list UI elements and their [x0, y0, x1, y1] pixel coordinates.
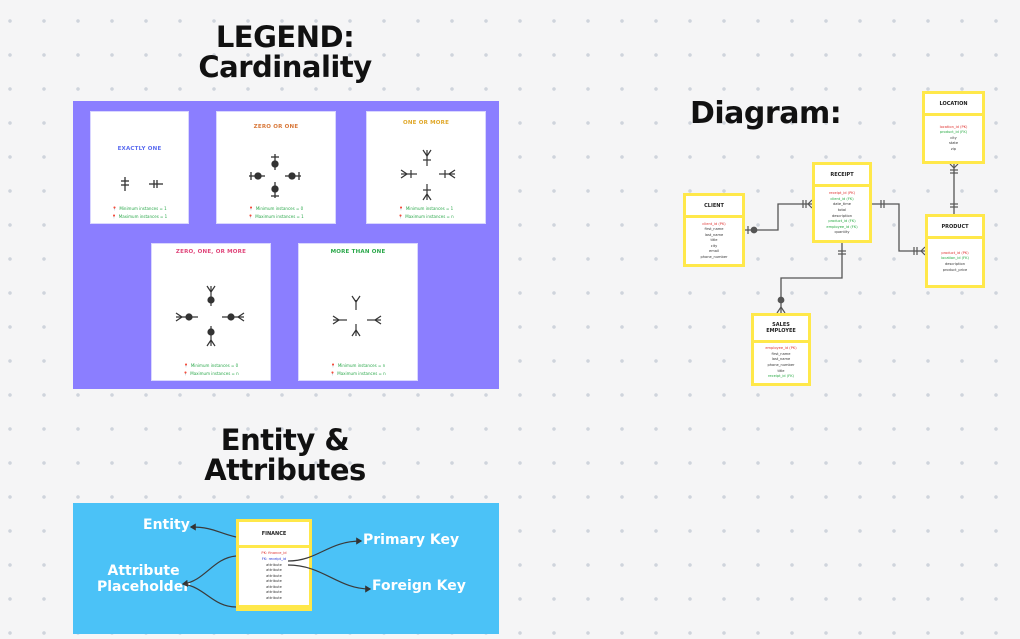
- receipt-employee-line: [780, 243, 843, 313]
- legend-heading-line1: LEGEND:: [215, 20, 355, 54]
- entity-attributes: client_id (PK) first_name last_name title ci…: [686, 218, 742, 264]
- entity-attributes-panel: Entity Attribute Placeholder Primary Key…: [73, 503, 499, 634]
- receipt-entity[interactable]: RECEIPT receipt_id (PK) client_id (FK) dat…: [812, 162, 872, 243]
- diagram-heading: Diagram:: [690, 96, 842, 131]
- cardinality-legend-panel: EXACTLY ONE 📍 Minimum instances = 1 📍 Maxi…: [73, 101, 499, 389]
- client-receipt-line: [745, 203, 812, 231]
- entity-name: RECEIPT: [815, 165, 869, 184]
- card-min-note: 📍 Minimum instances = n: [330, 363, 386, 368]
- receipt-product-line: [872, 203, 925, 252]
- foreign-key-label: Foreign Key: [372, 578, 466, 594]
- arrow-to-attribute-top: [181, 555, 237, 587]
- attribute: product_price: [942, 267, 968, 272]
- card-min-note: 📍 Minimum instances = 0: [183, 363, 239, 368]
- card-min-note: 📍 Minimum instances = 1: [398, 206, 454, 211]
- client-zero-marker: [750, 226, 758, 234]
- entity-attributes: employee_id (PK) first_name last_name phone…: [754, 343, 808, 383]
- card-max-note: 📍 Maximum instances = 1: [111, 214, 168, 219]
- entity-name: FINANCE: [239, 522, 309, 545]
- attribute: phone_number: [700, 254, 728, 259]
- more-than-one-symbols: [332, 295, 382, 337]
- location-entity[interactable]: LOCATION location_id (PK) product_id (FK)…: [922, 91, 985, 164]
- primary-key-label: Primary Key: [363, 532, 460, 548]
- legend-heading: LEGEND: Cardinality: [195, 22, 375, 83]
- finance-entity[interactable]: FINANCE PK: finance_id FK: receipt_id attr…: [236, 519, 312, 611]
- entity-attributes: location_id (PK) product_id (FK) city state…: [925, 116, 982, 161]
- card-max-note: 📍 Maximum instances = n: [398, 214, 454, 219]
- entity-attributes-heading: Entity & Attributes: [195, 425, 375, 486]
- entity-name: CLIENT: [686, 196, 742, 215]
- entity-name: SALES EMPLOYEE: [754, 316, 808, 340]
- attribute: zip: [950, 146, 957, 151]
- foreign-key-attribute: receipt_id (FK): [768, 374, 794, 379]
- card-min-note: 📍 Minimum instances = 1: [112, 206, 167, 211]
- entity-attributes: PK: finance_id FK: receipt_id attribute att…: [239, 548, 309, 605]
- attribute-placeholder-label: Attribute Placeholder: [97, 563, 191, 596]
- card-one-or-more[interactable]: ONE OR MORE 📍 Minimum instances = 1 📍 Maxi…: [366, 111, 486, 224]
- attribute: quantity: [834, 230, 850, 235]
- product-entity[interactable]: PRODUCT product_id (PK) location_id (FK) d…: [925, 214, 985, 288]
- entity-name: LOCATION: [925, 94, 982, 113]
- card-zero-or-one[interactable]: ZERO OR ONE 📍 Minimum instances = 0 📍 Maxi…: [216, 111, 336, 224]
- arrow-to-attribute-bottom: [182, 583, 237, 608]
- sales-employee-entity[interactable]: SALES EMPLOYEE employee_id (PK) first_nam…: [751, 313, 811, 386]
- card-max-note: 📍 Maximum instances = 1: [248, 214, 304, 219]
- legend-heading-line2: Cardinality: [198, 50, 372, 85]
- card-more-than-one[interactable]: MORE THAN ONE 📍 Minimum instances = n 📍 Ma…: [298, 243, 418, 381]
- entity-attributes-heading-line2: Attributes: [204, 453, 366, 488]
- entity-attributes: product_id (PK) location_id (FK) descripti…: [928, 239, 982, 285]
- card-zero-one-or-more[interactable]: ZERO, ONE, OR MORE 📍 Minimum instances = …: [151, 243, 271, 381]
- card-max-note: 📍 Maximum instances = n: [183, 371, 239, 376]
- entity-attributes-heading-line1: Entity &: [220, 423, 350, 457]
- arrow-to-entity: [189, 523, 237, 538]
- card-max-note: 📍 Maximum instances = n: [330, 371, 386, 376]
- attribute: attribute: [266, 595, 282, 600]
- entity-label: Entity: [143, 517, 190, 533]
- entity-name: PRODUCT: [928, 217, 982, 236]
- zero-one-or-more-symbols: [175, 285, 245, 347]
- client-entity[interactable]: CLIENT client_id (PK) first_name last_name…: [683, 193, 745, 267]
- entity-attributes: receipt_id (PK) client_id (FK) date_time to…: [815, 187, 869, 240]
- card-min-note: 📍 Minimum instances = 0: [248, 206, 304, 211]
- card-exactly-one[interactable]: EXACTLY ONE 📍 Minimum instances = 1 📍 Maxi…: [90, 111, 189, 224]
